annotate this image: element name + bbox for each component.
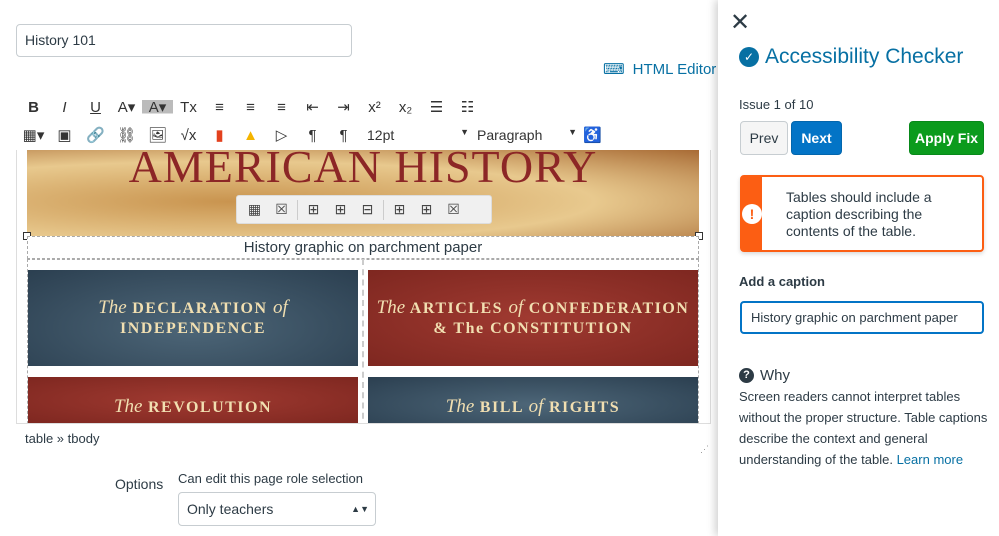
rich-content-editor[interactable]: AMERICAN HISTORY ▦ ☒ ⊞ ⊞ ⊟ ⊞ ⊞ ☒ History… [16, 150, 711, 424]
html-editor-link[interactable]: ⌨ HTML Editor [603, 60, 717, 79]
clear-formatting-icon[interactable]: Tx [173, 99, 204, 116]
math-icon[interactable]: √x [173, 127, 204, 144]
learn-more-link[interactable]: Learn more [897, 452, 963, 467]
delete-row-icon[interactable]: ⊟ [356, 201, 379, 218]
toolbar-row-1: B I U A▾ A▾ Tx ≡ ≡ ≡ ⇤ ⇥ x² x₂ ☰ ☷ [18, 95, 483, 119]
table-icon[interactable]: ▦▾ [18, 126, 49, 144]
media-icon[interactable]: ▣ [49, 126, 80, 144]
options-label: Options [115, 476, 164, 492]
element-path: table » tbody [25, 431, 100, 446]
chevron-down-icon: ▼ [568, 127, 577, 137]
insert-column-before-icon[interactable]: ⊞ [388, 201, 411, 218]
indent-icon[interactable]: ⇥ [328, 98, 359, 116]
superscript-icon[interactable]: x² [359, 99, 390, 116]
delete-table-icon[interactable]: ☒ [270, 201, 293, 218]
font-size-value: 12pt [367, 127, 395, 143]
video-icon[interactable]: ▷ [266, 126, 297, 144]
select-arrows-icon: ▲▼ [351, 504, 369, 514]
page-title-input[interactable]: History 101 [16, 24, 352, 57]
accessibility-checker-icon[interactable]: ♿ [577, 126, 608, 144]
prev-button[interactable]: Prev [740, 121, 788, 155]
alert-message: Tables should include a caption describi… [786, 189, 932, 239]
unlink-icon[interactable]: ⛓ [111, 126, 142, 144]
link-icon[interactable]: 🔗 [80, 126, 111, 144]
check-circle-icon: ✓ [739, 47, 759, 67]
caption-label: Add a caption [739, 274, 825, 289]
align-center-icon[interactable]: ≡ [235, 99, 266, 116]
role-select[interactable]: Only teachers ▲▼ [178, 492, 376, 526]
underline-icon[interactable]: U [80, 99, 111, 116]
chevron-down-icon: ▼ [460, 127, 469, 137]
image-icon[interactable]: 🖼 [142, 126, 173, 144]
why-title: Why [760, 367, 790, 384]
block-format-value: Paragraph [477, 127, 543, 143]
insert-column-after-icon[interactable]: ⊞ [415, 201, 438, 218]
keyboard-icon: ⌨ [603, 61, 625, 78]
subscript-icon[interactable]: x₂ [390, 99, 421, 116]
outdent-icon[interactable]: ⇤ [297, 98, 328, 116]
bold-icon[interactable]: B [18, 99, 49, 116]
delete-column-icon[interactable]: ☒ [442, 201, 465, 218]
table-caption[interactable]: History graphic on parchment paper [27, 236, 699, 259]
role-selection-label: Can edit this page role selection [178, 471, 364, 486]
why-heading: ? Why [739, 367, 790, 384]
block-format-select[interactable]: Paragraph ▼ [477, 127, 577, 143]
warning-icon: ! [742, 203, 762, 224]
next-button[interactable]: Next [791, 121, 842, 155]
role-select-value: Only teachers [187, 501, 274, 517]
toolbar-row-2: ▦▾ ▣ 🔗 ⛓ 🖼 √x ▮ ▲ ▷ ¶ ¶ 12pt ▼ Paragraph ▼ ♿ [18, 123, 608, 147]
panel-title: ✓ Accessibility Checker [739, 45, 963, 69]
column-divider [362, 259, 364, 423]
bullet-list-icon[interactable]: ☰ [421, 98, 452, 116]
align-left-icon[interactable]: ≡ [204, 99, 235, 116]
why-text: Screen readers cannot interpret tables w… [739, 386, 989, 470]
issue-alert: ! Tables should include a caption descri… [740, 175, 984, 252]
issue-counter: Issue 1 of 10 [739, 97, 814, 112]
font-size-select[interactable]: 12pt ▼ [359, 127, 469, 143]
panel-title-text: Accessibility Checker [765, 45, 964, 68]
align-right-icon[interactable]: ≡ [266, 99, 297, 116]
insert-row-after-icon[interactable]: ⊞ [329, 201, 352, 218]
ltr-icon[interactable]: ¶ [297, 127, 328, 144]
html-editor-label: HTML Editor [632, 60, 717, 78]
insert-row-before-icon[interactable]: ⊞ [302, 201, 325, 218]
office-icon[interactable]: ▮ [204, 126, 235, 144]
text-color-icon[interactable]: A▾ [111, 98, 142, 116]
rtl-icon[interactable]: ¶ [328, 127, 359, 144]
accessibility-checker-panel: ✕ ✓ Accessibility Checker Issue 1 of 10 P… [718, 0, 999, 536]
caption-input[interactable]: History graphic on parchment paper [740, 301, 984, 334]
background-color-icon[interactable]: A▾ [142, 98, 173, 116]
numbered-list-icon[interactable]: ☷ [452, 98, 483, 116]
table-cell-articles[interactable]: The ARTICLES of CONFEDERATION & The CONST… [368, 270, 698, 366]
table-properties-icon[interactable]: ▦ [243, 201, 266, 218]
google-drive-icon[interactable]: ▲ [235, 127, 266, 144]
table-cell-bill-of-rights[interactable]: The BILL of RIGHTS [368, 377, 698, 423]
table-cell-declaration[interactable]: The DECLARATION of INDEPENDENCE [28, 270, 358, 366]
table-context-toolbar: ▦ ☒ ⊞ ⊞ ⊟ ⊞ ⊞ ☒ [236, 195, 492, 224]
italic-icon[interactable]: I [49, 99, 80, 116]
apply-fix-button[interactable]: Apply Fix [909, 121, 984, 155]
close-icon[interactable]: ✕ [730, 8, 750, 37]
question-icon: ? [739, 368, 754, 383]
table-cell-revolution[interactable]: The REVOLUTION [28, 377, 358, 423]
banner-text: AMERICAN HISTORY [128, 150, 598, 192]
resize-grip-icon[interactable]: ⋰ [700, 444, 709, 455]
